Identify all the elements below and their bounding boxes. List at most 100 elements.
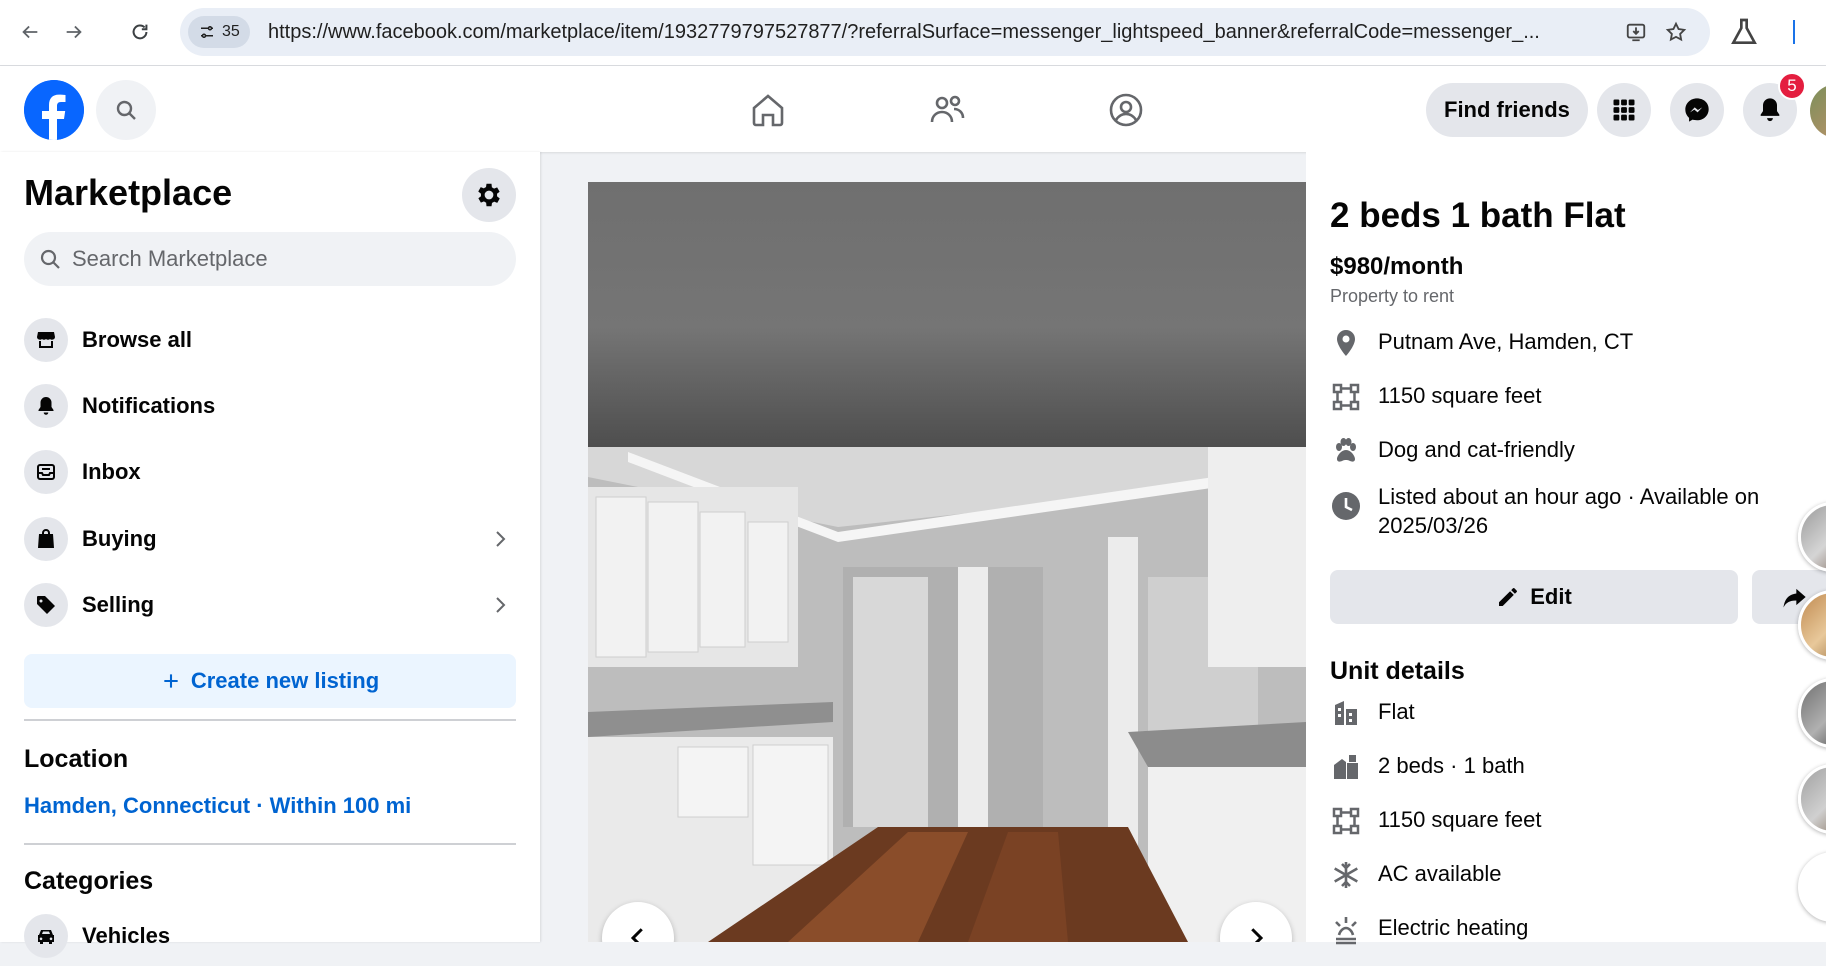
grid-menu-icon bbox=[1613, 99, 1635, 121]
sidebar-item-label: Notifications bbox=[82, 393, 216, 418]
sidebar-item-label: Browse all bbox=[82, 327, 193, 352]
fact-text[interactable]: Putnam Ave, Hamden, CT bbox=[1378, 327, 1633, 356]
site-info-chip[interactable]: 35 bbox=[188, 16, 250, 48]
sidebar-item-label: Selling bbox=[82, 592, 155, 617]
search-icon bbox=[116, 100, 136, 120]
sidebar-item-vehicles[interactable]: Vehicles bbox=[14, 906, 526, 966]
area-icon bbox=[1330, 805, 1362, 837]
fact-text: Listed about an hour ago · Available on … bbox=[1378, 484, 1760, 538]
tag-icon bbox=[24, 583, 68, 627]
listing-category: Property to rent bbox=[1330, 286, 1455, 306]
listing-details-panel: 2 beds 1 bath Flat $980/month Property t… bbox=[1306, 152, 1826, 945]
gear-icon bbox=[478, 183, 500, 207]
marketplace-search-input[interactable] bbox=[72, 246, 492, 272]
create-listing-label: Create new listing bbox=[190, 668, 380, 693]
marketplace-sidebar: Marketplace Browse all Notifications Inb… bbox=[0, 152, 540, 958]
friends-icon bbox=[930, 95, 965, 123]
area-icon bbox=[1330, 381, 1362, 413]
bookmark-button[interactable] bbox=[1662, 18, 1690, 46]
location-pin-icon bbox=[1330, 327, 1362, 359]
unit-detail-text: Electric heating bbox=[1378, 915, 1529, 940]
unit-detail-type: Flat bbox=[1330, 697, 1820, 729]
home-icon bbox=[752, 94, 784, 127]
sidebar-divider bbox=[24, 843, 516, 845]
chevron-left-icon bbox=[630, 928, 643, 942]
back-arrow-icon bbox=[22, 25, 38, 39]
location-link[interactable]: Hamden, Connecticut · Within 100 mi bbox=[24, 793, 411, 819]
bell-icon bbox=[24, 384, 68, 428]
car-icon bbox=[24, 914, 68, 958]
menu-button[interactable] bbox=[1597, 83, 1651, 137]
reload-button[interactable] bbox=[122, 14, 158, 50]
fact-listed: Listed about an hour ago · Available on … bbox=[1330, 482, 1820, 540]
notification-count-badge: 5 bbox=[1778, 72, 1806, 100]
snowflake-icon bbox=[1330, 859, 1362, 891]
sidebar-item-label: Buying bbox=[82, 526, 157, 551]
chevron-right-icon bbox=[1251, 928, 1264, 942]
url-text[interactable]: https://www.facebook.com/marketplace/ite… bbox=[268, 21, 1568, 44]
unit-detail-text: AC available bbox=[1378, 861, 1502, 886]
tab-friends[interactable] bbox=[912, 80, 982, 140]
find-friends-button[interactable]: Find friends bbox=[1426, 83, 1588, 137]
unit-detail-text: Flat bbox=[1378, 699, 1415, 724]
install-app-button[interactable] bbox=[1622, 18, 1650, 46]
paw-icon bbox=[1330, 435, 1362, 467]
flask-icon bbox=[1731, 18, 1757, 44]
pencil-icon bbox=[1499, 588, 1518, 606]
star-icon bbox=[1665, 21, 1687, 42]
fact-text: Dog and cat-friendly bbox=[1378, 437, 1575, 462]
marketplace-settings-button[interactable] bbox=[462, 168, 516, 222]
sidebar-item-browse-all[interactable]: Browse all bbox=[14, 310, 526, 370]
chevron-right-icon bbox=[488, 593, 512, 622]
tab-profile[interactable] bbox=[1091, 80, 1161, 140]
photo-ceiling-area bbox=[588, 182, 1306, 447]
tune-icon bbox=[201, 26, 213, 38]
labs-button[interactable] bbox=[1728, 16, 1760, 48]
location-heading: Location bbox=[24, 745, 129, 773]
account-avatar[interactable] bbox=[1810, 84, 1826, 138]
heating-icon bbox=[1330, 913, 1362, 945]
tab-count: 35 bbox=[222, 23, 240, 40]
chevron-right-icon bbox=[488, 527, 512, 556]
facebook-logo[interactable] bbox=[24, 80, 84, 140]
sidebar-item-inbox[interactable]: Inbox bbox=[14, 442, 526, 502]
sidebar-divider bbox=[24, 719, 516, 721]
unit-detail-text: 2 beds · 1 bath bbox=[1378, 753, 1525, 778]
sidebar-title: Marketplace bbox=[24, 172, 233, 213]
fact-location: Putnam Ave, Hamden, CT bbox=[1330, 327, 1820, 359]
back-button[interactable] bbox=[12, 14, 48, 50]
create-listing-button[interactable]: Create new listing bbox=[24, 654, 516, 708]
bell-icon bbox=[1760, 98, 1780, 122]
listing-price: $980/month bbox=[1330, 253, 1464, 280]
building-icon bbox=[1330, 697, 1362, 729]
edit-label: Edit bbox=[1530, 584, 1572, 609]
facebook-search-button[interactable] bbox=[96, 80, 156, 140]
sidebar-item-label: Vehicles bbox=[82, 923, 171, 948]
listing-photo[interactable] bbox=[588, 182, 1306, 942]
fact-pets: Dog and cat-friendly bbox=[1330, 435, 1820, 467]
browser-toolbar: 35 https://www.facebook.com/marketplace/… bbox=[0, 0, 1826, 66]
sidebar-item-selling[interactable]: Selling bbox=[14, 575, 526, 635]
sidebar-item-notifications[interactable]: Notifications bbox=[14, 376, 526, 436]
tab-home[interactable] bbox=[733, 80, 803, 140]
sidebar-item-buying[interactable]: Buying bbox=[14, 509, 526, 569]
messenger-icon bbox=[1685, 98, 1709, 122]
clock-icon bbox=[1330, 490, 1362, 522]
marketplace-search[interactable] bbox=[24, 232, 516, 286]
address-bar[interactable]: 35 https://www.facebook.com/marketplace/… bbox=[180, 8, 1710, 56]
unit-detail-ac: AC available bbox=[1330, 859, 1820, 891]
messenger-button[interactable] bbox=[1670, 83, 1724, 137]
unit-detail-heating: Electric heating bbox=[1330, 913, 1820, 945]
forward-arrow-icon bbox=[66, 25, 82, 39]
listing-title: 2 beds 1 bath Flat bbox=[1330, 196, 1626, 235]
forward-button[interactable] bbox=[56, 14, 92, 50]
toolbar-divider bbox=[1793, 20, 1795, 44]
facebook-header: Find friends 5 bbox=[0, 66, 1826, 152]
edit-listing-button[interactable]: Edit bbox=[1330, 570, 1738, 624]
categories-heading: Categories bbox=[24, 867, 154, 895]
rooms-icon bbox=[1330, 751, 1362, 783]
inbox-icon bbox=[24, 450, 68, 494]
plus-icon bbox=[164, 674, 178, 688]
profile-circle-icon bbox=[1109, 93, 1143, 127]
unit-detail-area: 1150 square feet bbox=[1330, 805, 1820, 837]
